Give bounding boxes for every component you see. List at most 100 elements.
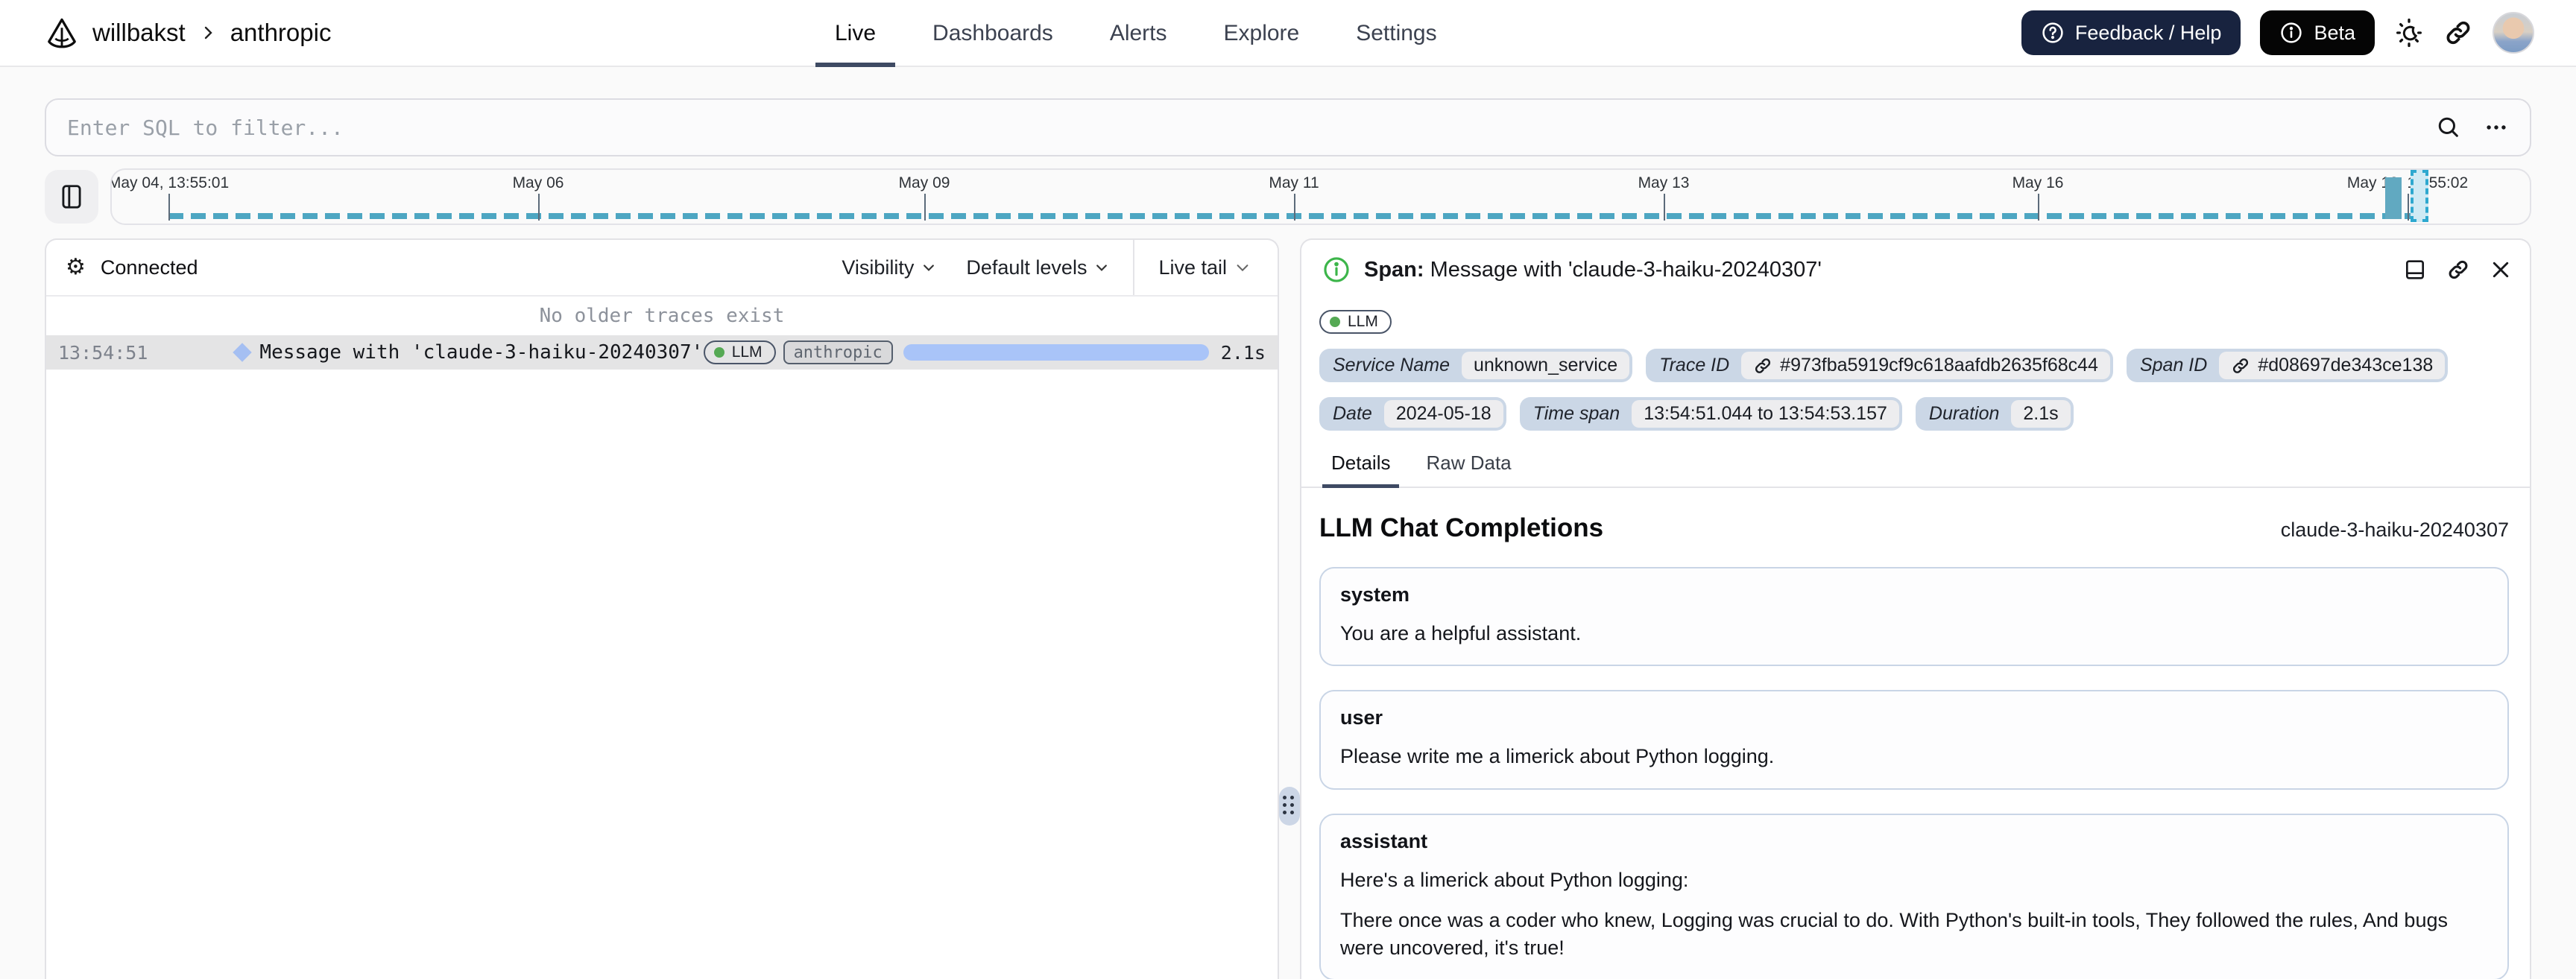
feedback-help-button[interactable]: Feedback / Help <box>2021 10 2241 55</box>
connection-status-label: Connected <box>100 256 198 279</box>
theme-toggle-button[interactable] <box>2394 18 2424 48</box>
breadcrumb: willbakst anthropic <box>45 16 331 50</box>
attr-duration: Duration 2.1s <box>1915 397 2074 431</box>
model-name: claude-3-haiku-20240307 <box>2280 519 2509 541</box>
span-diamond-icon <box>233 343 253 362</box>
copy-link-icon[interactable] <box>2446 258 2470 282</box>
attr-time-span: Time span 13:54:51.044 to 13:54:53.157 <box>1519 397 1902 431</box>
link-icon[interactable] <box>2231 356 2250 376</box>
chevron-down-icon <box>1234 259 1251 276</box>
timeline-tick-label: May 04, 13:55:01 <box>110 174 230 191</box>
no-older-traces-message: No older traces exist <box>539 305 785 327</box>
active-tab-underline <box>815 63 896 67</box>
span-attributes-row: Date 2024-05-18 Time span 13:54:51.044 t… <box>1301 382 2530 431</box>
timeline-tick-mark <box>2038 194 2039 221</box>
timeline-row: May 04, 13:55:01 May 06 May 09 May 11 Ma… <box>45 168 2531 225</box>
scope-badge: anthropic <box>783 340 893 364</box>
span-title: Span: Message with 'claude-3-haiku-20240… <box>1364 257 1822 282</box>
trace-timestamp: 13:54:51 <box>58 341 148 364</box>
panel-gap <box>1279 238 1300 979</box>
connection-status: ⚙ Connected <box>66 256 198 279</box>
message-role: system <box>1340 583 1410 606</box>
traces-panel-header: ⚙ Connected Visibility Default levels Li… <box>46 240 1278 297</box>
timeline-tick-mark <box>2408 194 2409 221</box>
search-icon[interactable] <box>2436 115 2461 140</box>
timeline-tick-mark <box>168 194 170 221</box>
main-tabs: Live Dashboards Alerts Explore Settings <box>815 0 1437 67</box>
tab-details[interactable]: Details <box>1322 452 1399 487</box>
breadcrumb-org[interactable]: willbakst <box>92 19 186 47</box>
llm-tag-badge: LLM <box>1319 310 1392 334</box>
traces-panel: ⚙ Connected Visibility Default levels Li… <box>45 238 1279 979</box>
llm-dot-icon <box>1330 317 1340 327</box>
beta-button[interactable]: Beta <box>2260 10 2375 55</box>
sidebar-toggle-button[interactable] <box>45 170 98 224</box>
share-link-icon[interactable] <box>2443 18 2473 48</box>
timeline-tick-label: May 06 <box>512 174 564 191</box>
timeline-tick-mark <box>538 194 540 221</box>
panel-resize-handle[interactable] <box>1279 787 1300 826</box>
message-role: user <box>1340 706 1383 729</box>
timeline-tick-mark <box>1294 194 1295 221</box>
chevron-right-icon <box>199 24 217 42</box>
main-content: ⚙ Connected Visibility Default levels Li… <box>45 238 2531 979</box>
gear-icon[interactable]: ⚙ <box>66 256 86 279</box>
attr-service-name: Service Name unknown_service <box>1319 349 1633 382</box>
timeline-tick-label: May 09 <box>898 174 950 191</box>
span-attributes-row: Service Name unknown_service Trace ID #9… <box>1301 334 2530 382</box>
message-card-assistant: assistant Here's a limerick about Python… <box>1319 813 2509 979</box>
timeline-tick-label: May 18, 13:55:02 <box>2346 174 2469 191</box>
message-text: Here's a limerick about Python logging: <box>1340 868 1689 891</box>
section-title: LLM Chat Completions <box>1319 513 1604 542</box>
timeline-selection-window[interactable] <box>2411 170 2428 222</box>
trace-duration-bar <box>903 344 1209 361</box>
trace-duration-label: 2.1s <box>1220 341 1266 364</box>
message-text: Please write me a limerick about Python … <box>1340 745 1775 768</box>
info-green-icon <box>1322 256 1351 284</box>
close-icon[interactable] <box>2490 259 2512 281</box>
dock-panel-icon[interactable] <box>2403 258 2427 282</box>
link-icon[interactable] <box>1753 356 1772 376</box>
tab-alerts[interactable]: Alerts <box>1110 0 1167 67</box>
question-circle-icon <box>2041 21 2065 45</box>
visibility-dropdown[interactable]: Visibility <box>827 256 951 279</box>
attr-span-id: Span ID #d08697de343ce138 <box>2126 349 2449 382</box>
breadcrumb-project[interactable]: anthropic <box>230 19 332 47</box>
user-avatar[interactable] <box>2493 12 2534 54</box>
default-levels-dropdown[interactable]: Default levels <box>951 256 1124 279</box>
attr-date: Date 2024-05-18 <box>1319 397 1506 431</box>
top-nav: willbakst anthropic Live Dashboards Aler… <box>0 0 2576 67</box>
nav-actions: Feedback / Help Beta <box>2021 10 2534 55</box>
tab-dashboards[interactable]: Dashboards <box>932 0 1053 67</box>
section-head: LLM Chat Completions claude-3-haiku-2024… <box>1301 488 2530 543</box>
timeline-tick-label: May 11 <box>1269 174 1319 191</box>
sql-filter-input[interactable] <box>67 115 2436 140</box>
more-options-icon[interactable] <box>2484 115 2509 140</box>
llm-dot-icon <box>713 347 724 358</box>
tab-live[interactable]: Live <box>815 0 896 67</box>
timeline-histogram-bar <box>2385 177 2402 219</box>
tab-settings[interactable]: Settings <box>1356 0 1436 67</box>
chevron-down-icon <box>1094 260 1109 275</box>
chevron-down-icon <box>921 260 936 275</box>
tab-explore[interactable]: Explore <box>1224 0 1300 67</box>
span-header: Span: Message with 'claude-3-haiku-20240… <box>1301 240 2530 294</box>
timeline-tick-mark <box>1664 194 1665 221</box>
timeline-chart[interactable]: May 04, 13:55:01 May 06 May 09 May 11 Ma… <box>110 168 2531 225</box>
attr-trace-id: Trace ID #973fba5919cf9c618aafdb2635f68c… <box>1646 349 2113 382</box>
app: willbakst anthropic Live Dashboards Aler… <box>0 0 2576 979</box>
message-card-user: user Please write me a limerick about Py… <box>1319 690 2509 790</box>
trace-message: Message with 'claude-3-haiku-20240307' <box>259 341 704 364</box>
tab-raw-data[interactable]: Raw Data <box>1426 452 1511 487</box>
live-tail-dropdown[interactable]: Live tail <box>1134 256 1278 279</box>
timeline-tick-mark <box>924 194 926 221</box>
message-role: assistant <box>1340 829 1428 852</box>
message-text: You are a helpful assistant. <box>1340 622 1582 644</box>
llm-tag-badge: LLM <box>703 340 776 364</box>
info-circle-icon <box>2279 21 2303 45</box>
timeline-tick-label: May 16 <box>2012 174 2064 191</box>
logfire-logo-icon[interactable] <box>45 16 79 50</box>
grip-dots-icon <box>1283 796 1296 817</box>
span-detail-panel: Span: Message with 'claude-3-haiku-20240… <box>1300 238 2531 979</box>
trace-row[interactable]: 13:54:51 Message with 'claude-3-haiku-20… <box>46 335 1278 370</box>
